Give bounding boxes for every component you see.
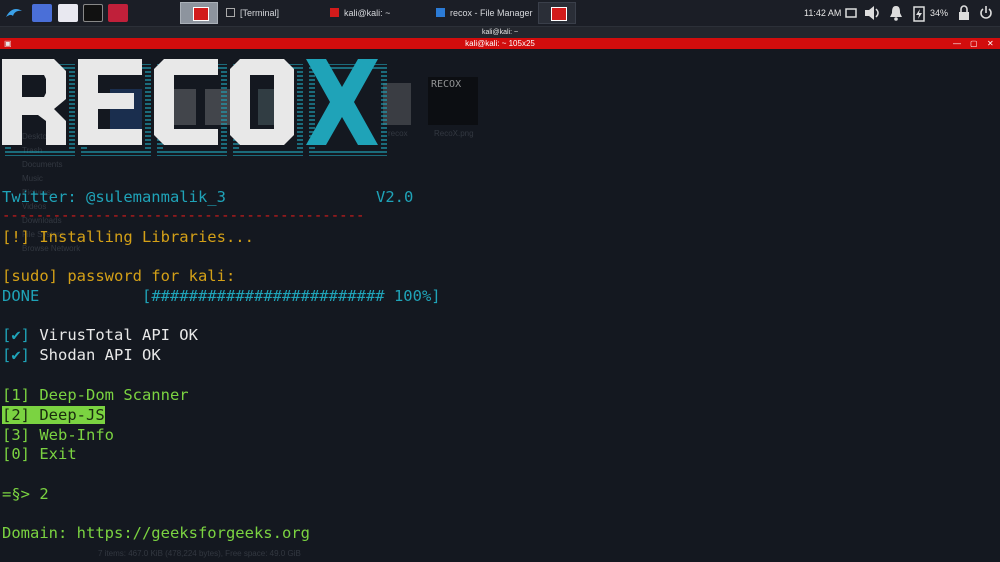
notification-bell-icon[interactable] (888, 4, 904, 22)
maximize-icon[interactable]: ▢ (970, 38, 978, 49)
menu-option-deep-dom[interactable]: [1] Deep-Dom Scanner (2, 386, 189, 404)
input-prompt[interactable]: =§> 2 (2, 485, 49, 503)
lock-screen-icon[interactable] (956, 4, 972, 22)
terminal-view[interactable]: RECOX recox RecoX.png Desktop Trash Docu… (0, 49, 1000, 562)
window-title-bar[interactable]: kali@kali: ~ (0, 27, 1000, 38)
window-icon[interactable] (843, 4, 859, 22)
menu-option-web-info[interactable]: [3] Web-Info (2, 426, 114, 444)
ghost-file-label: RecoX.png (434, 129, 474, 138)
terminal-task-icon (226, 8, 235, 17)
progress-bar-text: [######################### 100%] (142, 287, 441, 305)
menu-option-deep-js-selected[interactable]: [2] Deep-JS (2, 406, 105, 424)
check-mark-icon: [✔] (2, 326, 30, 344)
battery-percentage: 34% (930, 8, 949, 18)
task-terminal[interactable]: [Terminal] (226, 3, 279, 23)
battery-charging-icon[interactable] (911, 4, 927, 22)
power-icon[interactable] (978, 4, 994, 22)
ghost-status-bar: 7 items: 467.0 KiB (478,224 bytes), Free… (98, 549, 301, 558)
separator-line: ----------------------------------------… (2, 208, 365, 224)
version-label: V2.0 (376, 188, 414, 206)
folder-task-icon (436, 8, 445, 17)
minimize-icon[interactable]: — (953, 38, 961, 49)
file-manager-launcher-icon[interactable] (58, 4, 78, 22)
terminal-launcher-icon[interactable] (83, 4, 103, 22)
workspace-2[interactable] (538, 2, 576, 24)
clock[interactable]: 11:42 AM (804, 0, 841, 26)
domain-input-line[interactable]: Domain: https://geeksforgeeks.org (2, 524, 310, 542)
top-panel: [Terminal] kali@kali: ~ recox - File Man… (0, 0, 1000, 27)
ghost-recox-thumbnail: RECOX (428, 77, 478, 125)
volume-icon[interactable] (863, 4, 883, 22)
menu-option-exit[interactable]: [0] Exit (2, 445, 77, 463)
workspace-1[interactable] (180, 2, 218, 24)
window-menu-icon[interactable]: ▣ (4, 38, 12, 49)
red-terminal-task-icon (330, 8, 339, 17)
shodan-status: [✔] Shodan API OK (2, 346, 161, 364)
twitter-handle: Twitter: @sulemanmalik_3 (2, 188, 226, 206)
terminal-title-bar[interactable]: ▣ kali@kali: ~ 105x25 — ▢ ✕ (0, 38, 1000, 49)
kali-menu-icon[interactable] (4, 3, 24, 23)
virustotal-status: [✔] VirusTotal API OK (2, 326, 198, 344)
done-label: DONE (2, 287, 40, 305)
task-kali-terminal[interactable]: kali@kali: ~ (330, 3, 390, 23)
show-desktop-icon[interactable] (32, 4, 52, 22)
task-file-manager[interactable]: recox - File Manager (436, 3, 533, 23)
recox-banner-logo (2, 59, 387, 156)
close-icon[interactable]: ✕ (987, 38, 994, 49)
check-mark-icon: [✔] (2, 346, 30, 364)
sudo-prompt: [sudo] password for kali: (2, 267, 236, 285)
installing-message: [!] Installing Libraries... (2, 228, 254, 246)
browser-launcher-icon[interactable] (108, 4, 128, 22)
